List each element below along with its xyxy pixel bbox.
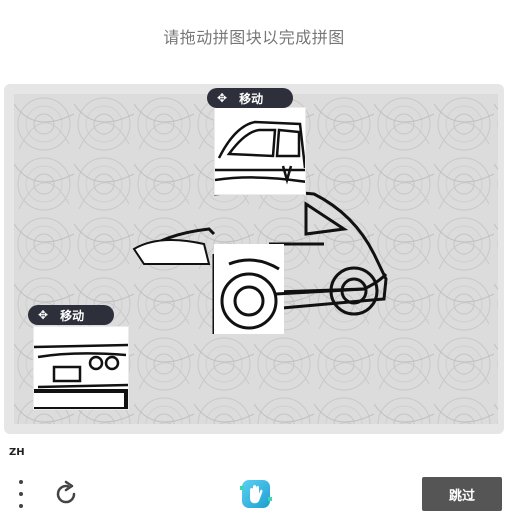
move-handle-left[interactable]: ✥ 移动 (28, 305, 114, 325)
vertical-dots-icon[interactable] (14, 480, 28, 508)
language-selector[interactable]: ZH (9, 447, 25, 458)
car-front-piece-image (34, 327, 128, 409)
move-label: 移动 (60, 308, 85, 323)
car-roof-piece-image (215, 108, 305, 194)
skip-button[interactable]: 跳过 (422, 477, 502, 511)
puzzle-frame (4, 84, 504, 434)
move-label: 移动 (239, 91, 264, 106)
puzzle-piece-left[interactable] (33, 326, 129, 410)
puzzle-piece-top[interactable] (214, 107, 306, 195)
move-arrows-icon: ✥ (38, 308, 49, 322)
move-arrows-icon: ✥ (217, 91, 228, 105)
refresh-icon[interactable] (52, 480, 80, 508)
instruction-text: 请拖动拼图块以完成拼图 (163, 28, 345, 47)
puzzle-canvas (14, 94, 498, 424)
hand-logo-icon (239, 477, 273, 511)
move-handle-top[interactable]: ✥ 移动 (207, 88, 293, 108)
